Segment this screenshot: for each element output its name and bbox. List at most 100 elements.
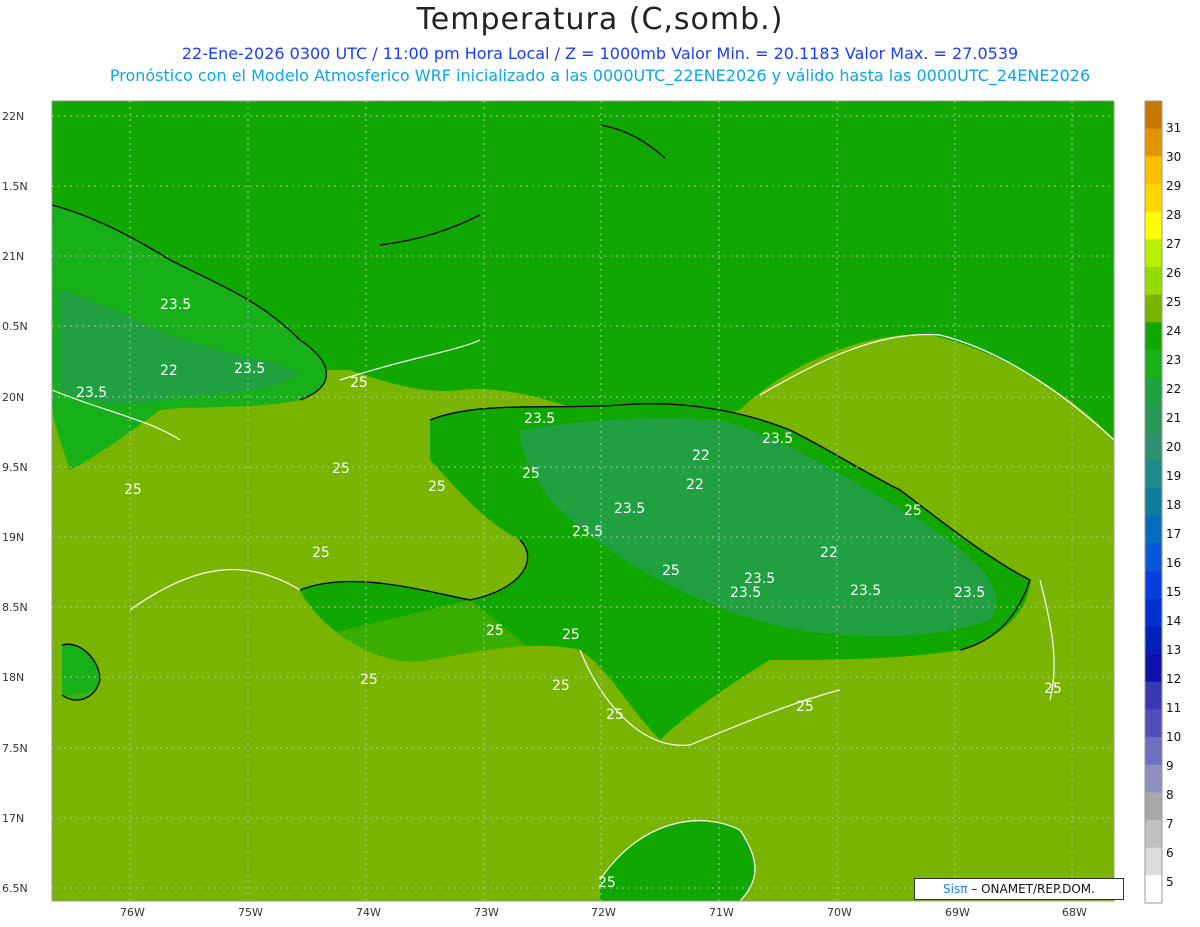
colorbar-swatch <box>1145 432 1162 462</box>
contour-label: 22 <box>820 545 838 561</box>
contour-label: 23.5 <box>614 501 645 517</box>
lon-axis: 76W 75W 74W 73W 72W 71W 70W 69W 68W <box>120 906 1087 919</box>
colorbar-swatch <box>1145 571 1162 600</box>
colorbar-tick: 22 <box>1166 382 1181 396</box>
lon-label: 74W <box>356 906 381 919</box>
contour-label: 25 <box>598 875 616 891</box>
colorbar-tick: 28 <box>1166 208 1181 222</box>
contour-label: 25 <box>552 678 570 694</box>
colorbar-swatch <box>1145 543 1162 572</box>
colorbar-swatch <box>1145 681 1162 710</box>
lat-label: 0.5N <box>2 320 28 333</box>
colorbar-swatch <box>1145 792 1162 821</box>
lat-label: 22N <box>2 110 24 123</box>
colorbar-tick: 20 <box>1166 440 1181 454</box>
lat-label: 1.5N <box>2 180 28 193</box>
contour-label: 25 <box>124 482 142 498</box>
contour-label: 23.5 <box>76 385 107 401</box>
colorbar-tick: 27 <box>1166 237 1181 251</box>
colorbar-swatch <box>1145 820 1162 849</box>
lon-label: 69W <box>945 906 970 919</box>
colorbar-tick: 13 <box>1166 643 1181 657</box>
lat-axis: 22N 1.5N 21N 0.5N 20N 9.5N 19N 8.5N 18N … <box>2 110 28 895</box>
colorbar-swatch <box>1145 875 1162 904</box>
credit-box: Sisπ – ONAMET/REP.DOM. <box>914 878 1124 900</box>
colorbar-tick: 23 <box>1166 353 1181 367</box>
lat-label: 20N <box>2 391 24 404</box>
contour-label: 22 <box>160 363 178 379</box>
contour-label: 25 <box>486 623 504 639</box>
colorbar-swatch <box>1145 239 1162 268</box>
colorbar-swatch <box>1145 654 1162 683</box>
contour-label: 25 <box>796 699 814 715</box>
colorbar-tick: 15 <box>1166 585 1181 599</box>
lon-label: 72W <box>591 906 616 919</box>
sispi-logo-text: Sisπ <box>943 882 968 896</box>
temperature-map: 23.5 22 23.5 23.5 25 25 25 23.5 25 22 22… <box>2 100 1181 919</box>
colorbar <box>1144 100 1163 904</box>
lon-label: 68W <box>1062 906 1087 919</box>
lat-label: 8.5N <box>2 601 28 614</box>
colorbar-tick: 14 <box>1166 614 1181 628</box>
colorbar-swatch <box>1145 294 1162 323</box>
colorbar-tick: 31 <box>1166 121 1181 135</box>
colorbar-tick: 5 <box>1166 875 1174 889</box>
colorbar-tick: 21 <box>1166 411 1181 425</box>
contour-label: 23.5 <box>524 411 555 427</box>
contour-label: 25 <box>606 707 624 723</box>
contour-label: 22 <box>686 477 704 493</box>
colorbar-tick: 10 <box>1166 730 1181 744</box>
colorbar-swatch <box>1145 460 1162 489</box>
colorbar-swatch <box>1145 211 1162 240</box>
colorbar-swatch <box>1145 626 1162 655</box>
contour-label: 25 <box>350 375 368 391</box>
lat-label: 21N <box>2 250 24 263</box>
colorbar-tick: 16 <box>1166 556 1181 570</box>
colorbar-tick: 29 <box>1166 179 1181 193</box>
colorbar-swatch <box>1145 847 1162 876</box>
colorbar-swatch <box>1145 709 1162 738</box>
colorbar-tick: 6 <box>1166 846 1174 860</box>
colorbar-swatch <box>1145 488 1162 517</box>
contour-label: 23.5 <box>762 431 793 447</box>
contour-label: 23.5 <box>850 583 881 599</box>
colorbar-tick: 25 <box>1166 295 1181 309</box>
contour-label: 25 <box>522 466 540 482</box>
colorbar-labels: 31 30 29 28 27 26 25 24 23 22 21 20 19 1… <box>1166 121 1181 889</box>
lat-label: 7.5N <box>2 742 28 755</box>
lat-label: 19N <box>2 531 24 544</box>
colorbar-tick: 11 <box>1166 701 1181 715</box>
colorbar-swatch <box>1145 183 1162 213</box>
colorbar-swatch <box>1145 405 1162 434</box>
colorbar-swatch <box>1145 128 1162 157</box>
contour-label: 25 <box>332 461 350 477</box>
colorbar-swatch <box>1145 349 1162 379</box>
colorbar-swatch <box>1145 598 1162 627</box>
lon-label: 75W <box>238 906 263 919</box>
colorbar-tick: 30 <box>1166 150 1181 164</box>
contour-label: 23.5 <box>954 585 985 601</box>
contour-label: 25 <box>904 503 922 519</box>
lon-label: 76W <box>120 906 145 919</box>
contour-label: 23.5 <box>572 524 603 540</box>
colorbar-tick: 9 <box>1166 759 1174 773</box>
contour-label: 25 <box>312 545 330 561</box>
lat-label: 6.5N <box>2 882 28 895</box>
contour-label: 25 <box>428 479 446 495</box>
contour-label: 25 <box>662 563 680 579</box>
colorbar-swatch <box>1145 737 1162 766</box>
lon-label: 71W <box>709 906 734 919</box>
contour-label: 22 <box>692 448 710 464</box>
colorbar-swatch <box>1145 322 1162 351</box>
lat-label: 17N <box>2 812 24 825</box>
contour-label: 25 <box>360 672 378 688</box>
colorbar-tick: 17 <box>1166 527 1181 541</box>
colorbar-swatch <box>1145 764 1162 793</box>
colorbar-swatch <box>1145 377 1162 406</box>
lon-label: 70W <box>827 906 852 919</box>
colorbar-swatch <box>1145 515 1162 544</box>
colorbar-tick: 12 <box>1166 672 1181 686</box>
contour-label: 25 <box>562 627 580 643</box>
colorbar-tick: 8 <box>1166 788 1174 802</box>
lat-label: 18N <box>2 671 24 684</box>
